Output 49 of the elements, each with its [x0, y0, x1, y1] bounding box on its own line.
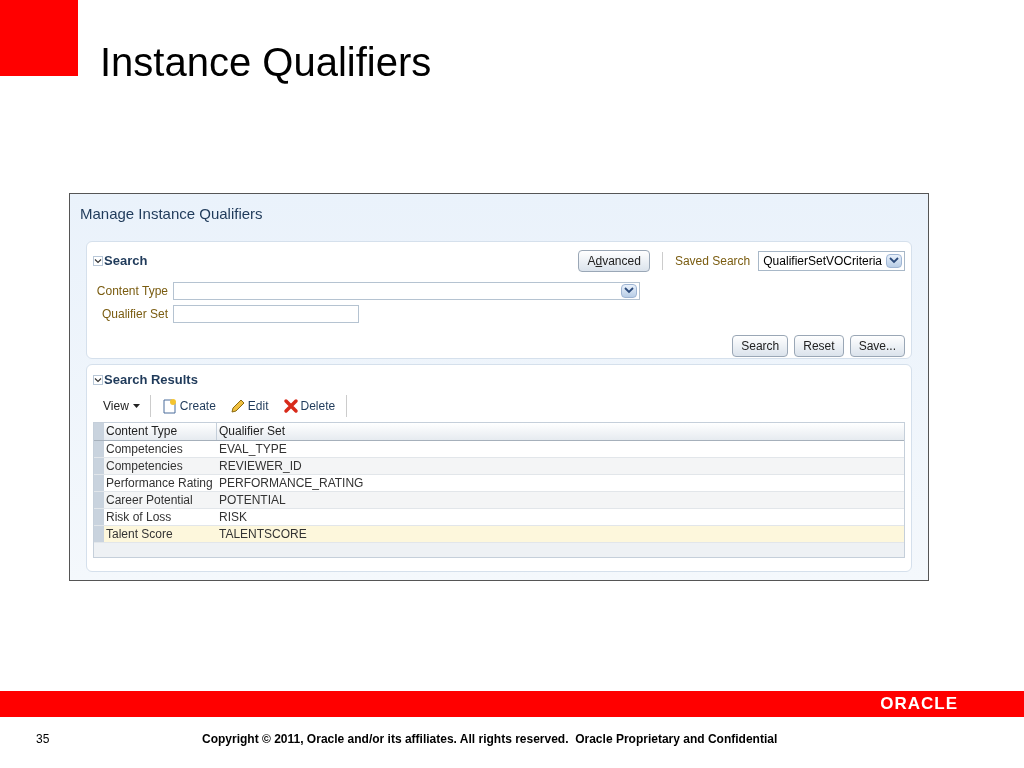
table-cell-text: Talent Score: [105, 525, 174, 542]
column-header[interactable]: Content Type: [104, 422, 217, 440]
table-cell-text: Performance Rating: [105, 474, 214, 491]
select-field[interactable]: [173, 281, 640, 300]
advanced-button[interactable]: Advanced: [578, 249, 650, 272]
chevron-down-icon[interactable]: [621, 283, 637, 298]
toolbar-button[interactable]: Delete: [279, 396, 339, 415]
page-number: 35: [36, 731, 51, 748]
action-button[interactable]: Reset: [794, 334, 844, 357]
field-label: Saved Search: [674, 252, 751, 270]
table-cell-text: PERFORMANCE_RATING: [218, 474, 365, 491]
field-label: Qualifier Set: [100, 305, 169, 323]
collapse-icon[interactable]: [93, 374, 103, 385]
table-cell-text: REVIEWER_ID: [218, 457, 303, 474]
table-cell-text: Risk of Loss: [105, 508, 173, 525]
section-title: Search: [104, 251, 148, 270]
slide-title: Instance Qualifiers: [100, 39, 432, 86]
close-icon: [282, 397, 299, 414]
table-cell-text: RISK: [218, 508, 248, 525]
pencil-icon: [229, 397, 246, 414]
table-cell-text: EVAL_TYPE: [218, 440, 288, 457]
column-header[interactable]: Qualifier Set: [217, 422, 904, 440]
table-cell-text: Career Potential: [105, 491, 194, 508]
toolbar-button[interactable]: Edit: [226, 396, 272, 415]
view-menu[interactable]: View: [93, 396, 150, 415]
table-cell-text: Competencies: [105, 457, 184, 474]
action-button[interactable]: Search: [732, 334, 789, 357]
toolbar-button[interactable]: Create: [158, 396, 219, 415]
row-selector[interactable]: [94, 440, 104, 457]
logo: ORACLE: [880, 693, 958, 716]
field-label: Content Type: [95, 282, 169, 300]
copyright-text: Copyright © 2011, Oracle and/or its affiliates. All rights reserved. Oracle Proprietary and Confidential: [202, 731, 778, 748]
row-selector[interactable]: [94, 508, 104, 525]
chevron-down-icon[interactable]: [886, 253, 902, 268]
saved-search-dropdown[interactable]: QualifierSetVOCriteria: [758, 250, 905, 271]
row-selector[interactable]: [94, 474, 104, 491]
collapse-icon[interactable]: [93, 255, 103, 266]
row-selector[interactable]: [94, 457, 104, 474]
page-title: Manage Instance Qualifiers: [80, 204, 264, 224]
row-selector[interactable]: [94, 491, 104, 508]
input-field[interactable]: [173, 304, 359, 323]
action-button[interactable]: Save...: [849, 334, 905, 357]
table-cell-text: TALENTSCORE: [218, 525, 308, 542]
new-document-icon: [161, 397, 178, 414]
row-selector[interactable]: [94, 525, 104, 542]
caret-icon: [132, 403, 140, 408]
table-cell-text: POTENTIAL: [218, 491, 287, 508]
section-title: Search Results: [104, 370, 198, 389]
table-cell-text: Competencies: [105, 440, 184, 457]
